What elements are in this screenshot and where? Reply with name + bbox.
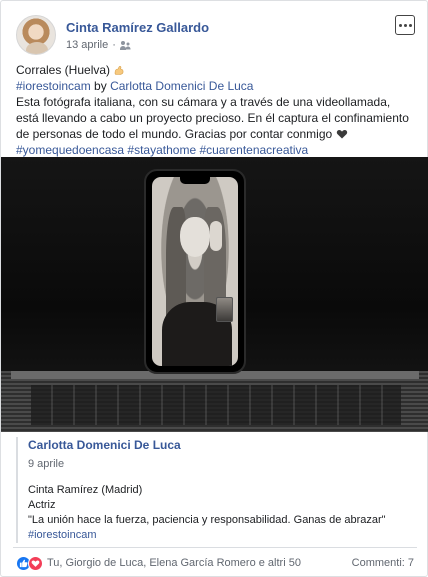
post-text: Corrales (Huelva) #iorestoincam by Carlo… — [16, 62, 416, 158]
comments-count[interactable]: Commenti: 7 — [352, 557, 414, 569]
location-text: Corrales (Huelva) — [16, 63, 111, 77]
reactions-summary[interactable]: Tu, Giorgio de Luca, Elena García Romero… — [16, 555, 301, 571]
smartphone — [144, 169, 246, 374]
more-dot-icon — [408, 23, 412, 27]
reaction-icons — [16, 555, 43, 571]
shared-post-author[interactable]: Carlotta Domenici De Luca — [28, 437, 414, 453]
hashtags-line: #yomequedoencasa #stayathome #cuarentena… — [16, 142, 416, 158]
shared-post-line: Actriz — [28, 499, 56, 511]
post-date[interactable]: 13 aprile — [66, 39, 108, 51]
portrait-hand — [210, 221, 222, 251]
shared-post-line: Cinta Ramírez (Madrid) — [28, 484, 143, 496]
post-header: Cinta Ramírez Gallardo 13 aprile · — [16, 15, 416, 55]
body-text: Esta fotógrafa italiana, con su cámara y… — [16, 95, 409, 141]
laptop-keyboard — [1, 371, 428, 432]
more-dot-icon — [403, 23, 407, 27]
credit-line: #iorestoincam by Carlotta Domenici De Lu… — [16, 78, 416, 94]
shared-post-line: "La unión hace la fuerza, paciencia y re… — [28, 514, 386, 526]
shared-post-body: Cinta Ramírez (Madrid) Actriz "La unión … — [28, 483, 414, 543]
body-paragraph: Esta fotógrafa italiana, con su cámara y… — [16, 94, 416, 142]
location-line: Corrales (Huelva) — [16, 62, 416, 78]
avatar[interactable] — [16, 15, 56, 55]
phone-notch — [180, 177, 210, 184]
post-meta: 13 aprile · — [66, 39, 132, 51]
love-icon — [28, 555, 43, 571]
phone-screen — [152, 177, 238, 366]
by-word: by — [94, 79, 107, 93]
more-dot-icon — [398, 23, 402, 27]
meta-separator: · — [112, 39, 116, 51]
more-options-button[interactable] — [395, 15, 415, 35]
footer-divider — [13, 547, 417, 548]
shared-post-date[interactable]: 9 aprile — [28, 457, 414, 471]
tagged-person-link[interactable]: Carlotta Domenici De Luca — [110, 79, 253, 93]
author-name[interactable]: Cinta Ramírez Gallardo — [66, 20, 209, 35]
video-call-thumbnail — [216, 297, 233, 322]
shared-post: Carlotta Domenici De Luca 9 aprile Cinta… — [16, 437, 414, 543]
post-card: Cinta Ramírez Gallardo 13 aprile · Corra… — [0, 0, 428, 577]
flexed-biceps-icon — [115, 66, 124, 75]
friends-icon[interactable] — [119, 40, 132, 50]
shared-post-hashtag[interactable]: #iorestoincam — [28, 528, 414, 543]
laptop-keys — [31, 385, 401, 425]
hashtag-iorestoincam[interactable]: #iorestoincam — [16, 79, 91, 93]
black-heart-icon — [336, 130, 347, 139]
reactions-text[interactable]: Tu, Giorgio de Luca, Elena García Romero… — [47, 557, 301, 569]
post-photo[interactable] — [1, 157, 428, 432]
post-footer: Tu, Giorgio de Luca, Elena García Romero… — [16, 554, 414, 572]
hashtags-links[interactable]: #yomequedoencasa #stayathome #cuarentena… — [16, 143, 308, 157]
portrait-face — [180, 217, 210, 257]
